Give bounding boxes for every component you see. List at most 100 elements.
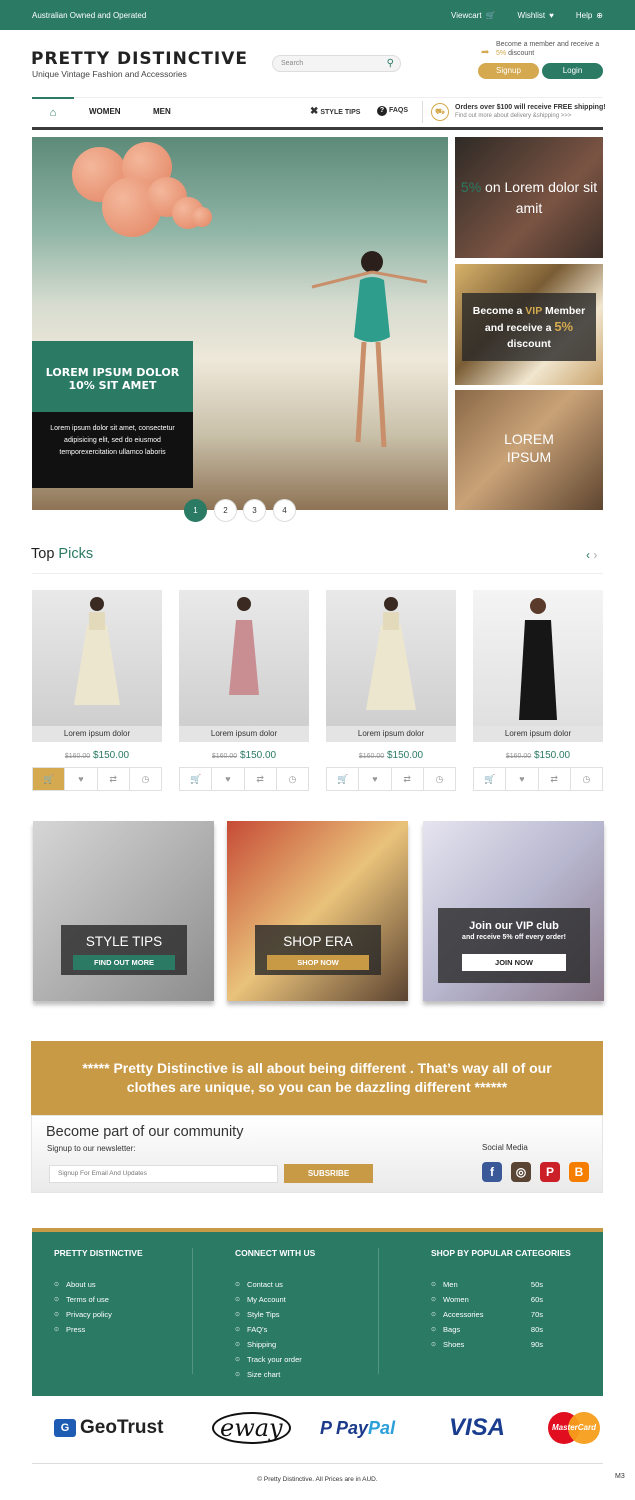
facebook-icon[interactable]: f — [482, 1162, 502, 1182]
social-media-title: Social Media — [482, 1143, 528, 1152]
wishlist-heart-icon[interactable]: ♥ — [359, 768, 392, 790]
bullet-icon: ⊙ — [235, 1372, 241, 1378]
join-now-button[interactable]: JOIN NOW — [462, 954, 566, 971]
footer-divider — [192, 1248, 193, 1374]
faqs-link[interactable]: ? FAQS — [377, 106, 408, 116]
vip-club-tile[interactable]: Join our VIP club and receive 5% off eve… — [423, 821, 604, 1001]
product-name[interactable]: Lorem ipsum dolor — [179, 726, 309, 742]
wishlist-heart-icon[interactable]: ♥ — [65, 768, 98, 790]
product-card[interactable]: Lorem ipsum dolor $160.00 $150.00 🛒 ♥ ⇄ … — [179, 590, 309, 791]
slider-dot[interactable]: 3 — [243, 499, 266, 522]
footer-link-label: Privacy policy — [66, 1310, 112, 1319]
help-label: Help — [575, 11, 593, 20]
footer-link[interactable]: ⊙ Women 60s — [431, 1292, 543, 1307]
style-tips-tile[interactable]: STYLE TIPS FIND OUT MORE — [33, 821, 214, 1001]
signup-button[interactable]: Signup — [478, 63, 539, 79]
footer-link[interactable]: ⊙ Bags 80s — [431, 1322, 543, 1337]
add-to-cart-icon[interactable]: 🛒 — [327, 768, 360, 790]
quick-view-icon[interactable]: ◷ — [571, 768, 602, 790]
newsletter-email-field[interactable]: Signup For Email And Updates — [49, 1165, 278, 1183]
compare-icon[interactable]: ⇄ — [245, 768, 277, 790]
product-name[interactable]: Lorem ipsum dolor — [473, 726, 603, 742]
product-card[interactable]: Lorem ipsum dolor $160.00 $150.00 🛒 ♥ ⇄ … — [32, 590, 162, 791]
pinterest-icon[interactable]: P — [540, 1162, 560, 1182]
footer-link[interactable]: ⊙ Style Tips — [235, 1307, 365, 1322]
footer-link[interactable]: ⊙ About us — [54, 1277, 184, 1292]
footer-col-categories: SHOP BY POPULAR CATEGORIES ⊙ Men 50s ⊙ Wome… — [431, 1248, 571, 1352]
help-link[interactable]: Help ⊕ — [576, 11, 603, 20]
product-price: $160.00 $150.00 — [326, 750, 456, 761]
delivery-title: Orders over $100 will receive FREE shipp… — [455, 104, 606, 111]
footer-link-label: Women — [443, 1295, 469, 1304]
visa-text: VISA — [449, 1414, 506, 1441]
shop-era-tile[interactable]: SHOP ERA SHOP NOW — [227, 821, 408, 1001]
chevron-right-icon[interactable]: › — [593, 548, 597, 562]
wishlist-heart-icon[interactable]: ♥ — [212, 768, 245, 790]
product-image[interactable] — [179, 590, 309, 726]
slider-dot[interactable]: 1 — [184, 499, 207, 522]
instagram-icon[interactable]: ◎ — [511, 1162, 531, 1182]
wishlist-heart-icon[interactable]: ♥ — [506, 768, 539, 790]
footer-link[interactable]: ⊙ Shipping — [235, 1337, 365, 1352]
product-image[interactable] — [473, 590, 603, 726]
slider-dot[interactable]: 4 — [273, 499, 296, 522]
product-current-price: $150.00 — [239, 750, 277, 761]
section-title-b: Picks — [58, 546, 94, 562]
nav-item-men[interactable]: MEN — [153, 107, 171, 116]
chevron-left-icon[interactable]: ‹ — [586, 548, 590, 562]
footer-link[interactable]: ⊙ Accessories 70s — [431, 1307, 543, 1322]
viewcart-link[interactable]: Viewcart 🛒 — [451, 11, 496, 20]
style-tips-link[interactable]: ✖ STYLE TIPS — [310, 106, 360, 117]
side-promo-vip[interactable]: Become a VIP Member and receive a 5% dis… — [455, 264, 603, 385]
add-to-cart-icon[interactable]: 🛒 — [180, 768, 213, 790]
footer-link[interactable]: ⊙ Size chart — [235, 1367, 365, 1382]
product-card[interactable]: Lorem ipsum dolor $160.00 $150.00 🛒 ♥ ⇄ … — [473, 590, 603, 791]
login-button[interactable]: Login — [542, 63, 603, 79]
site-logo[interactable]: PRETTY DISTINCTIVE — [31, 49, 248, 69]
footer-link[interactable]: ⊙ Terms of use — [54, 1292, 184, 1307]
visa-logo: VISA — [449, 1412, 505, 1444]
quick-view-icon[interactable]: ◷ — [130, 768, 161, 790]
delivery-info[interactable]: Orders over $100 will receive FREE shipp… — [455, 103, 606, 121]
bullet-icon: ⊙ — [54, 1327, 60, 1333]
community-subtitle: Signup to our newsletter: — [47, 1144, 136, 1153]
product-card[interactable]: Lorem ipsum dolor $160.00 $150.00 🛒 ♥ ⇄ … — [326, 590, 456, 791]
home-icon[interactable]: ⌂ — [32, 97, 74, 127]
footer-link[interactable]: ⊙ Men 50s — [431, 1277, 543, 1292]
bullet-icon: ⊙ — [431, 1327, 437, 1333]
search-input[interactable]: Search ⚲ — [272, 55, 401, 72]
faqs-label: FAQS — [388, 107, 409, 114]
quick-view-icon[interactable]: ◷ — [424, 768, 455, 790]
side-promo-men[interactable]: LOREM IPSUM — [455, 390, 603, 510]
quick-view-icon[interactable]: ◷ — [277, 768, 308, 790]
slider-dot[interactable]: 2 — [214, 499, 237, 522]
footer-link[interactable]: ⊙ Press — [54, 1322, 184, 1337]
search-icon[interactable]: ⚲ — [387, 58, 394, 69]
compare-icon[interactable]: ⇄ — [98, 768, 130, 790]
footer-link[interactable]: ⊙ FAQ’s — [235, 1322, 365, 1337]
footer-link[interactable]: ⊙ Contact us — [235, 1277, 365, 1292]
product-name[interactable]: Lorem ipsum dolor — [32, 726, 162, 742]
footer-link[interactable]: ⊙ Shoes 90s — [431, 1337, 543, 1352]
shop-now-button[interactable]: SHOP NOW — [267, 955, 369, 970]
product-price: $160.00 $150.00 — [32, 750, 162, 761]
delivery-link[interactable]: Find out more about delivery &shipping >… — [455, 112, 606, 121]
add-to-cart-icon[interactable]: 🛒 — [474, 768, 507, 790]
footer-link[interactable]: ⊙ My Account — [235, 1292, 365, 1307]
footer-link[interactable]: ⊙ Track your order — [235, 1352, 365, 1367]
compare-icon[interactable]: ⇄ — [392, 768, 424, 790]
product-image[interactable] — [326, 590, 456, 726]
blogger-icon[interactable]: B — [569, 1162, 589, 1182]
add-to-cart-icon[interactable]: 🛒 — [33, 768, 66, 790]
footer-col-about: PRETTY DISTINCTIVE ⊙ About us ⊙ Terms of u… — [54, 1248, 184, 1337]
paypal-text-b: Pal — [368, 1417, 396, 1438]
footer-link[interactable]: ⊙ Privacy policy — [54, 1307, 184, 1322]
wishlist-link[interactable]: Wishlist ♥ — [518, 11, 554, 20]
side-promo-discount[interactable]: 5% on Lorem dolor sit amit — [455, 137, 603, 258]
compare-icon[interactable]: ⇄ — [539, 768, 571, 790]
subscribe-button[interactable]: SUBSRIBE — [284, 1164, 373, 1183]
nav-item-women[interactable]: WOMEN — [89, 107, 121, 116]
product-name[interactable]: Lorem ipsum dolor — [326, 726, 456, 742]
find-out-more-button[interactable]: FIND OUT MORE — [73, 955, 175, 970]
product-image[interactable] — [32, 590, 162, 726]
